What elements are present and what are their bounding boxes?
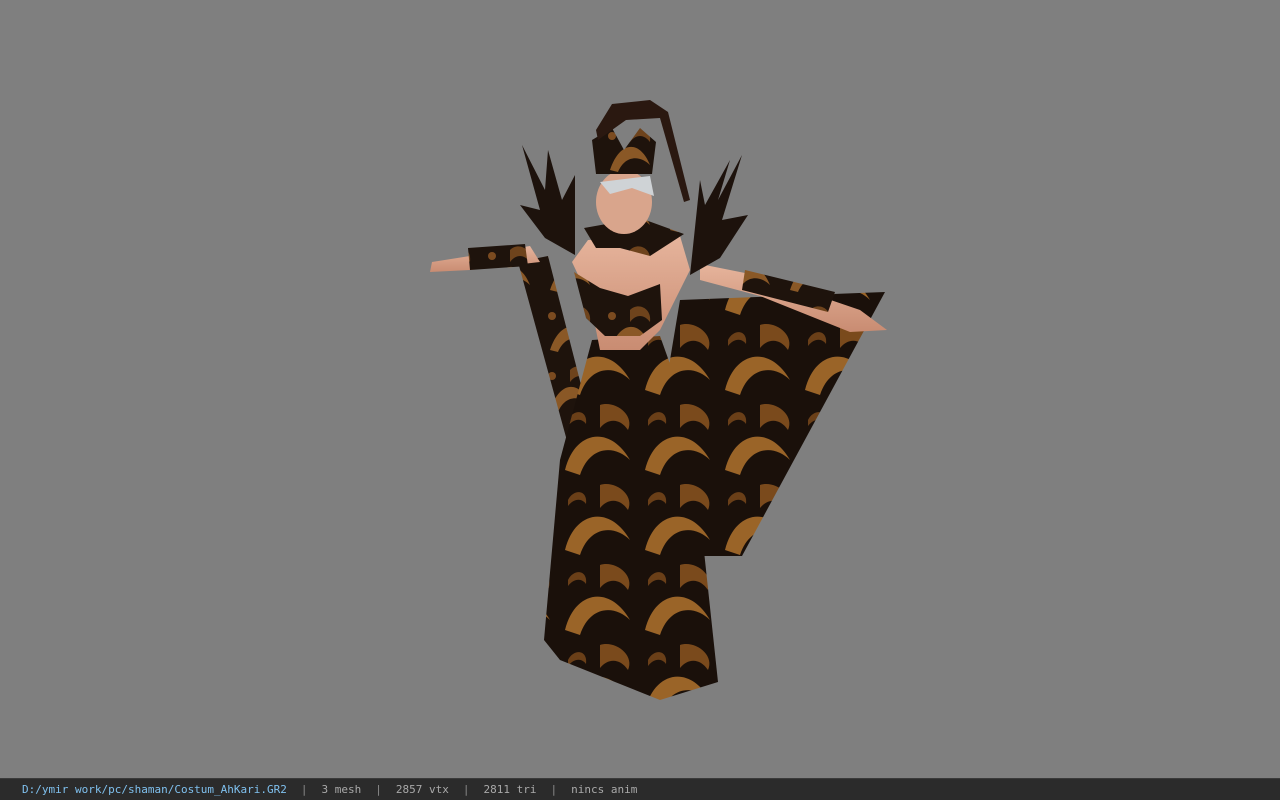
triangle-count: 2811 tri [483,783,537,796]
character-model[interactable] [0,0,1280,778]
mesh-count: 3 mesh [321,783,362,796]
file-path: D:/ymir work/pc/shaman/Costum_AhKari.GR2 [22,783,287,796]
spikes-left [520,145,575,255]
vertex-count: 2857 vtx [395,783,449,796]
status-separator: | [300,783,308,796]
status-bar: D:/ymir work/pc/shaman/Costum_AhKari.GR2… [0,778,1280,800]
status-separator: | [462,783,470,796]
status-separator: | [375,783,382,796]
status-separator: | [550,783,558,796]
3d-viewport[interactable] [0,0,1280,778]
spikes-right [690,155,748,275]
bracer-left [468,244,528,270]
animation-status: nincs anim [571,783,638,796]
